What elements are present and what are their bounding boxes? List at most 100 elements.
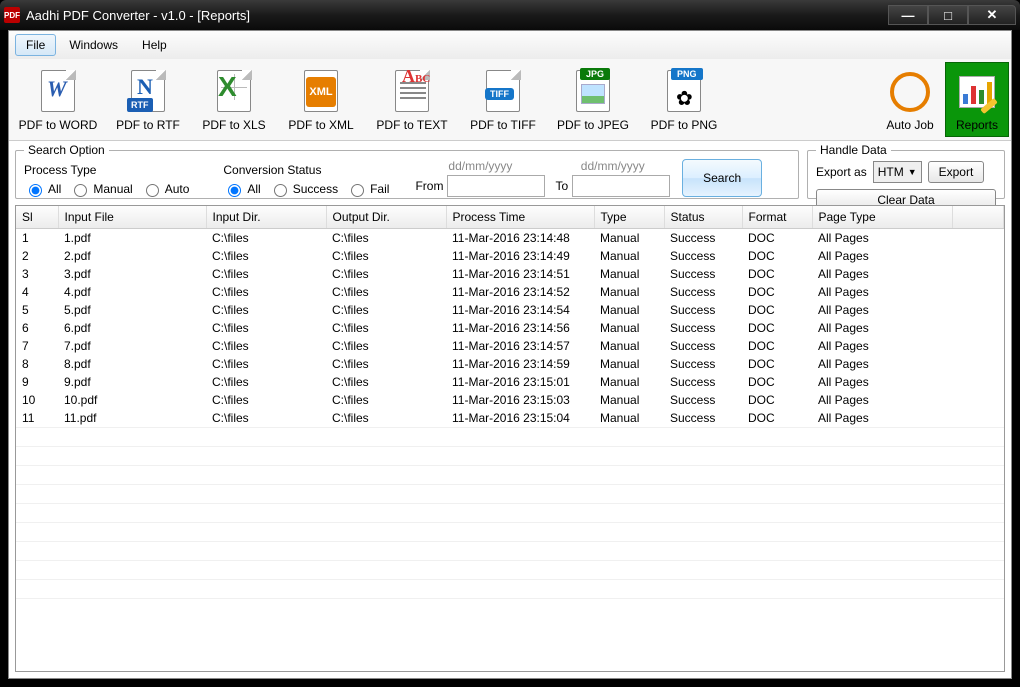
chevron-down-icon: ▼ bbox=[908, 167, 917, 177]
table-row[interactable]: 44.pdfC:\filesC:\files11-Mar-2016 23:14:… bbox=[16, 283, 1004, 301]
cell-sl: 11 bbox=[16, 409, 58, 428]
title-bar[interactable]: PDF Aadhi PDF Converter - v1.0 - [Report… bbox=[0, 0, 1020, 30]
results-grid[interactable]: Sl Input File Input Dir. Output Dir. Pro… bbox=[15, 205, 1005, 672]
cell-format: DOC bbox=[742, 373, 812, 391]
handle-data-group: Handle Data Export as HTM ▼ Export Clear… bbox=[807, 143, 1005, 199]
cell-status: Success bbox=[664, 283, 742, 301]
col-status[interactable]: Status bbox=[664, 206, 742, 229]
col-process-time[interactable]: Process Time bbox=[446, 206, 594, 229]
cell-sl: 6 bbox=[16, 319, 58, 337]
table-row-empty bbox=[16, 561, 1004, 580]
cell-page_type: All Pages bbox=[812, 283, 952, 301]
export-button[interactable]: Export bbox=[928, 161, 985, 183]
table-row[interactable]: 77.pdfC:\filesC:\files11-Mar-2016 23:14:… bbox=[16, 337, 1004, 355]
cs-all-radio[interactable]: All bbox=[223, 181, 260, 197]
cell-input_file: 5.pdf bbox=[58, 301, 206, 319]
menu-file[interactable]: File bbox=[15, 34, 56, 56]
cell-type: Manual bbox=[594, 355, 664, 373]
window-title: Aadhi PDF Converter - v1.0 - [Reports] bbox=[26, 8, 888, 23]
from-date-input[interactable] bbox=[447, 175, 545, 197]
app-window: PDF Aadhi PDF Converter - v1.0 - [Report… bbox=[0, 0, 1020, 687]
client-area: File Windows Help W PDF to WORD N RTF PD… bbox=[8, 30, 1012, 679]
search-option-group: Search Option Process Type All Manual Au… bbox=[15, 143, 799, 199]
table-row[interactable]: 33.pdfC:\filesC:\files11-Mar-2016 23:14:… bbox=[16, 265, 1004, 283]
col-page-type[interactable]: Page Type bbox=[812, 206, 952, 229]
col-input-dir[interactable]: Input Dir. bbox=[206, 206, 326, 229]
cell-format: DOC bbox=[742, 337, 812, 355]
table-row[interactable]: 66.pdfC:\filesC:\files11-Mar-2016 23:14:… bbox=[16, 319, 1004, 337]
cell-output_dir: C:\files bbox=[326, 319, 446, 337]
table-row[interactable]: 11.pdfC:\filesC:\files11-Mar-2016 23:14:… bbox=[16, 229, 1004, 248]
cell-type: Manual bbox=[594, 283, 664, 301]
table-row-empty bbox=[16, 599, 1004, 618]
cs-fail-radio[interactable]: Fail bbox=[346, 181, 389, 197]
toolbar-auto-job[interactable]: Auto Job bbox=[875, 62, 945, 137]
export-format-select[interactable]: HTM ▼ bbox=[873, 161, 922, 183]
pt-manual-radio[interactable]: Manual bbox=[69, 181, 132, 197]
menu-help[interactable]: Help bbox=[131, 34, 178, 56]
cell-input_dir: C:\files bbox=[206, 355, 326, 373]
pt-all-radio[interactable]: All bbox=[24, 181, 61, 197]
table-row[interactable]: 1111.pdfC:\filesC:\files11-Mar-2016 23:1… bbox=[16, 409, 1004, 428]
cell-input_dir: C:\files bbox=[206, 409, 326, 428]
toolbar-pdf-to-png[interactable]: PNG✿ PDF to PNG bbox=[639, 62, 729, 137]
maximize-button[interactable]: □ bbox=[928, 5, 968, 25]
cell-type: Manual bbox=[594, 247, 664, 265]
cell-process_time: 11-Mar-2016 23:14:56 bbox=[446, 319, 594, 337]
cell-format: DOC bbox=[742, 319, 812, 337]
export-as-label: Export as bbox=[816, 165, 867, 179]
to-date-input[interactable] bbox=[572, 175, 670, 197]
toolbar-pdf-to-xml[interactable]: XML PDF to XML bbox=[277, 62, 365, 137]
toolbar-pdf-to-word[interactable]: W PDF to WORD bbox=[11, 62, 105, 137]
table-row[interactable]: 22.pdfC:\filesC:\files11-Mar-2016 23:14:… bbox=[16, 247, 1004, 265]
conversion-status-label: Conversion Status bbox=[223, 163, 395, 177]
toolbar-pdf-to-tiff[interactable]: TIFF PDF to TIFF bbox=[459, 62, 547, 137]
col-input-file[interactable]: Input File bbox=[58, 206, 206, 229]
toolbar-pdf-to-xls[interactable]: X PDF to XLS bbox=[191, 62, 277, 137]
toolbar-pdf-to-text[interactable]: ABC PDF to TEXT bbox=[365, 62, 459, 137]
to-label: To bbox=[555, 179, 568, 193]
col-type[interactable]: Type bbox=[594, 206, 664, 229]
table-row[interactable]: 88.pdfC:\filesC:\files11-Mar-2016 23:14:… bbox=[16, 355, 1004, 373]
minimize-button[interactable]: — bbox=[888, 5, 928, 25]
col-format[interactable]: Format bbox=[742, 206, 812, 229]
col-output-dir[interactable]: Output Dir. bbox=[326, 206, 446, 229]
cell-sl: 10 bbox=[16, 391, 58, 409]
close-button[interactable]: ✕ bbox=[968, 5, 1016, 25]
col-spacer bbox=[952, 206, 1004, 229]
table-row-empty bbox=[16, 542, 1004, 561]
cell-output_dir: C:\files bbox=[326, 283, 446, 301]
cell-sl: 1 bbox=[16, 229, 58, 248]
cell-input_dir: C:\files bbox=[206, 373, 326, 391]
cell-format: DOC bbox=[742, 247, 812, 265]
cell-status: Success bbox=[664, 247, 742, 265]
tiff-icon: TIFF bbox=[479, 68, 527, 116]
cell-input_dir: C:\files bbox=[206, 265, 326, 283]
cell-format: DOC bbox=[742, 229, 812, 248]
cell-input_dir: C:\files bbox=[206, 337, 326, 355]
word-icon: W bbox=[34, 68, 82, 116]
cell-input_dir: C:\files bbox=[206, 247, 326, 265]
cell-input_file: 1.pdf bbox=[58, 229, 206, 248]
cell-process_time: 11-Mar-2016 23:15:01 bbox=[446, 373, 594, 391]
table-row[interactable]: 55.pdfC:\filesC:\files11-Mar-2016 23:14:… bbox=[16, 301, 1004, 319]
table-row[interactable]: 99.pdfC:\filesC:\files11-Mar-2016 23:15:… bbox=[16, 373, 1004, 391]
cell-output_dir: C:\files bbox=[326, 229, 446, 248]
col-sl[interactable]: Sl bbox=[16, 206, 58, 229]
toolbar-reports[interactable]: Reports bbox=[945, 62, 1009, 137]
cs-success-radio[interactable]: Success bbox=[269, 181, 338, 197]
auto-job-icon bbox=[886, 68, 934, 116]
cell-page_type: All Pages bbox=[812, 391, 952, 409]
toolbar-pdf-to-rtf[interactable]: N RTF PDF to RTF bbox=[105, 62, 191, 137]
cell-status: Success bbox=[664, 337, 742, 355]
cell-type: Manual bbox=[594, 319, 664, 337]
table-row-empty bbox=[16, 428, 1004, 447]
search-button[interactable]: Search bbox=[682, 159, 762, 197]
pt-auto-radio[interactable]: Auto bbox=[141, 181, 190, 197]
menu-windows[interactable]: Windows bbox=[58, 34, 129, 56]
cell-type: Manual bbox=[594, 265, 664, 283]
toolbar-pdf-to-jpeg[interactable]: JPG PDF to JPEG bbox=[547, 62, 639, 137]
cell-format: DOC bbox=[742, 391, 812, 409]
cell-output_dir: C:\files bbox=[326, 301, 446, 319]
table-row[interactable]: 1010.pdfC:\filesC:\files11-Mar-2016 23:1… bbox=[16, 391, 1004, 409]
